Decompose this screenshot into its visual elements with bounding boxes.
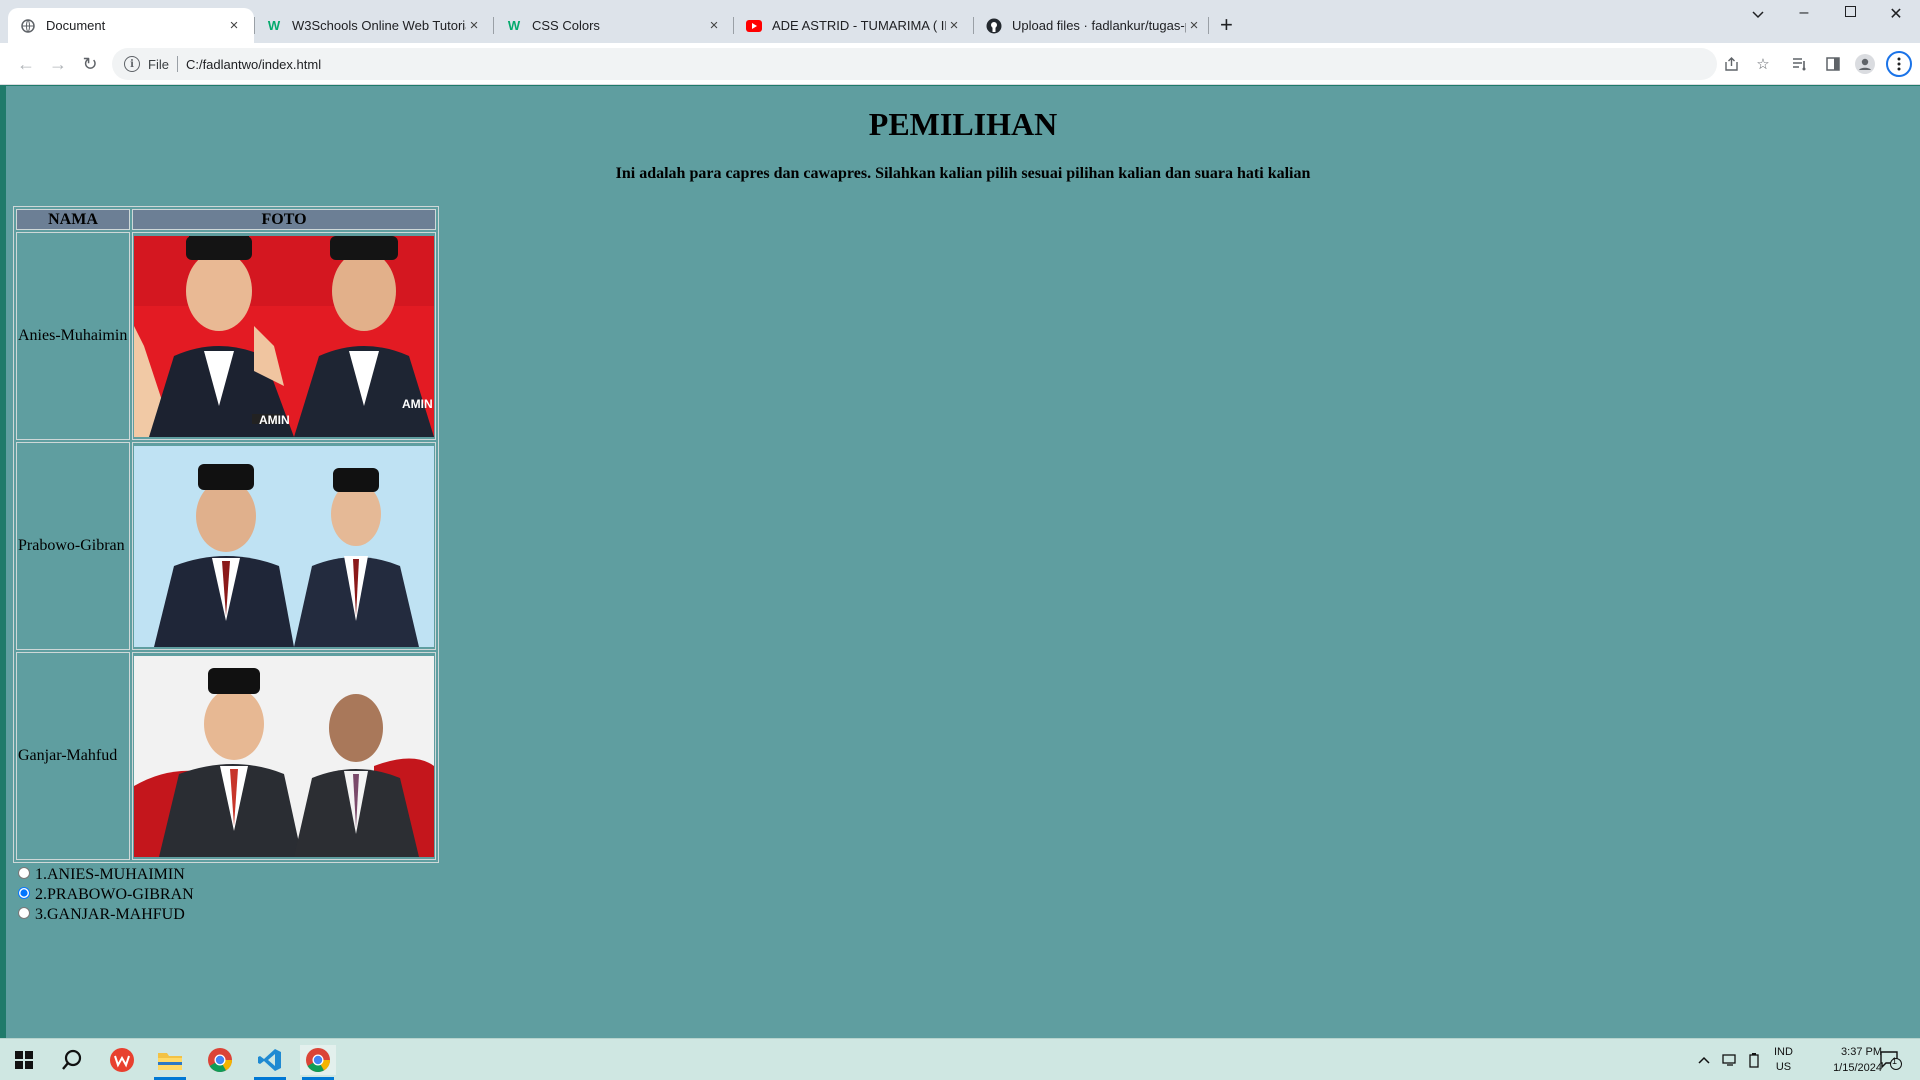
close-icon[interactable]: × [706,17,722,34]
youtube-icon [746,18,762,34]
table-row: Ganjar-Mahfud [16,652,436,860]
candidate-name: Prabowo-Gibran [16,442,130,650]
forward-icon[interactable]: → [46,52,70,76]
tab-css-colors[interactable]: W CSS Colors × [494,8,734,43]
vote-option-label: 3.GANJAR-MAHFUD [35,906,185,923]
candidate-name: Anies-Muhaimin [16,232,130,440]
tab-title: ADE ASTRID - TUMARIMA ( INK [772,18,947,33]
minimize-button[interactable]: – [1784,4,1824,22]
notification-icon[interactable]: 1 [1880,1039,1902,1080]
candidate-photo-prabowo-gibran [134,445,434,647]
candidate-photo-cell [132,442,436,650]
reading-list-icon[interactable] [1789,53,1811,75]
info-icon[interactable]: i [124,56,140,72]
tab-title: Document [46,18,106,33]
tab-document[interactable]: Document × [8,8,254,43]
back-icon[interactable]: ← [14,52,38,76]
profile-icon[interactable] [1854,53,1876,75]
vote-options: 1.ANIES-MUHAIMIN 2.PRABOWO-GIBRAN 3.GANJ… [16,865,194,925]
header-nama: NAMA [16,209,130,230]
page-subtitle: Ini adalah para capres dan cawapres. Sil… [615,165,1311,182]
header-foto: FOTO [132,209,436,230]
vote-option[interactable]: 2.PRABOWO-GIBRAN [16,885,194,905]
table-row: Prabowo-Gibran [16,442,436,650]
clock[interactable]: 3:37 PM 1/15/2024 [1806,1039,1882,1080]
chevron-up-icon[interactable] [1698,1039,1710,1080]
clock-time: 3:37 PM [1841,1046,1882,1058]
tab-title: W3Schools Online Web Tutorials [292,18,467,33]
windows-start-icon[interactable] [6,1045,42,1075]
chrome-icon[interactable] [202,1045,238,1075]
radio-ganjar-mahfud[interactable] [18,907,30,919]
scheme-label: File [148,56,169,72]
file-explorer-icon[interactable] [152,1045,188,1080]
table-row: Anies-Muhaimin AMIN AMIN [16,232,436,440]
url-text[interactable]: C:/fadlantwo/index.html [186,57,321,72]
wps-office-icon[interactable] [104,1045,140,1075]
page-title: PEMILIHAN [868,106,1058,142]
github-icon [986,18,1002,34]
w3schools-icon: W [507,18,521,33]
radio-prabowo-gibran[interactable] [18,887,30,899]
windows-taskbar: IND US 3:37 PM 1/15/2024 1 [0,1038,1920,1080]
address-bar[interactable]: i File C:/fadlantwo/index.html ☆ [112,48,1770,80]
language-indicator[interactable]: IND US [1774,1039,1793,1080]
reload-icon[interactable]: ↻ [78,52,102,76]
bookmark-star-icon[interactable]: ☆ [1752,53,1774,75]
tab-divider [1208,17,1209,34]
candidate-name: Ganjar-Mahfud [16,652,130,860]
menu-kebab-icon[interactable] [1886,51,1912,77]
candidate-photo-anies-muhaimin: AMIN AMIN [134,235,434,437]
vote-option[interactable]: 3.GANJAR-MAHFUD [16,905,194,925]
candidate-table: NAMA FOTO Anies-Muhaimin AMIN AMIN Prabo… [13,206,439,863]
address-divider [176,56,178,72]
share-icon[interactable] [1720,53,1742,75]
amin-badge: AMIN [259,413,290,427]
vote-option-label: 1.ANIES-MUHAIMIN [35,866,185,883]
tab-strip: Document × W W3Schools Online Web Tutori… [0,0,1920,43]
candidate-photo-ganjar-mahfud [134,655,434,857]
tab-title: CSS Colors [532,18,600,33]
clock-date: 1/15/2024 [1833,1062,1882,1074]
notification-count: 1 [1892,1056,1898,1066]
search-icon[interactable] [54,1045,90,1075]
region-code: US [1775,1061,1792,1073]
tab-github[interactable]: Upload files · fadlankur/tugas-p × [974,8,1214,43]
radio-anies-muhaimin[interactable] [18,867,30,879]
new-tab-button[interactable]: + [1220,12,1233,38]
tab-youtube[interactable]: ADE ASTRID - TUMARIMA ( INK × [734,8,974,43]
close-window-button[interactable]: ✕ [1876,4,1916,24]
language-code: IND [1774,1046,1793,1058]
globe-icon [20,18,36,34]
close-icon[interactable]: × [226,17,242,34]
battery-plug-icon[interactable] [1748,1039,1760,1080]
vote-option-label: 2.PRABOWO-GIBRAN [35,886,194,903]
close-icon[interactable]: × [1186,17,1202,34]
network-icon[interactable] [1722,1039,1738,1080]
close-icon[interactable]: × [946,17,962,34]
close-icon[interactable]: × [466,17,482,34]
table-header-row: NAMA FOTO [16,209,436,230]
chevron-down-icon[interactable] [1738,6,1778,24]
side-panel-icon[interactable] [1822,53,1844,75]
amin-badge: AMIN [402,397,433,411]
vscode-icon[interactable] [252,1045,288,1080]
w3schools-icon: W [267,18,281,33]
browser-toolbar: ← → ↻ i File C:/fadlantwo/index.html ☆ [0,43,1920,85]
vote-option[interactable]: 1.ANIES-MUHAIMIN [16,865,194,885]
page-viewport: PEMILIHAN Ini adalah para capres dan caw… [6,86,1920,1038]
candidate-photo-cell [132,652,436,860]
tab-title: Upload files · fadlankur/tugas-p [1012,18,1187,33]
candidate-photo-cell: AMIN AMIN [132,232,436,440]
chrome-active-icon[interactable] [300,1045,336,1080]
maximize-button[interactable] [1830,4,1870,22]
tab-w3schools[interactable]: W W3Schools Online Web Tutorials × [254,8,494,43]
